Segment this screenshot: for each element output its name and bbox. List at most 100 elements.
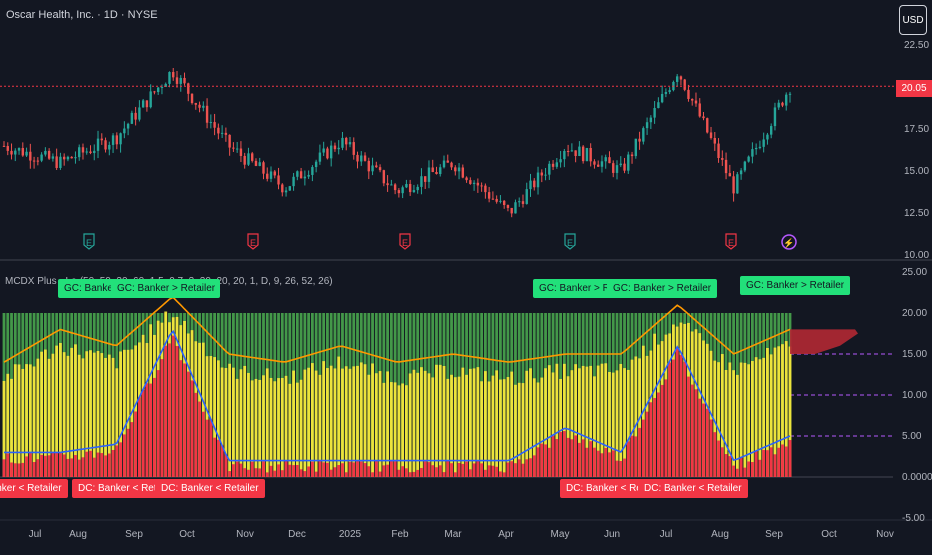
banker-bar (461, 463, 465, 477)
candle-body (130, 112, 134, 124)
candle-body (119, 133, 122, 145)
candle-body (698, 103, 701, 117)
candle-body (224, 132, 228, 135)
candle-body (85, 151, 88, 153)
candle-body (604, 157, 607, 162)
banker-bar (77, 459, 81, 477)
banker-bar (615, 460, 619, 477)
banker-bar (265, 472, 269, 477)
banker-bar (337, 465, 341, 477)
banker-bar (254, 468, 258, 477)
price-axis-tick: 15.00 (904, 166, 929, 177)
retailer-bar (295, 382, 299, 477)
retailer-bar (280, 377, 284, 477)
time-axis-label: Nov (876, 529, 894, 540)
candle-body (788, 93, 792, 95)
candle-body (51, 156, 55, 159)
candle-body (292, 176, 295, 187)
banker-bar (604, 447, 608, 477)
banker-bar (559, 431, 562, 477)
chart-root[interactable]: 22.50 20.00 17.50 15.00 12.50 10.00 E E E E E ⚡ 25.0… (0, 0, 932, 550)
event-marker-label: E (567, 238, 573, 248)
candle-body (322, 148, 325, 153)
candle-body (104, 140, 107, 150)
banker-bar (359, 461, 363, 477)
banker-bar (164, 345, 168, 477)
banker-bar (273, 470, 277, 477)
banker-bar (649, 402, 653, 477)
candle-body (487, 192, 491, 199)
retailer-bar (491, 375, 495, 477)
candle-body (175, 77, 179, 84)
retailer-bar (77, 354, 81, 477)
candle-body (266, 173, 269, 179)
candle-body (29, 151, 32, 161)
candle-body (709, 132, 713, 139)
banker-bar (502, 472, 506, 477)
candle-body (288, 186, 292, 191)
candle-body (424, 176, 427, 182)
event-marker-label: E (250, 238, 256, 248)
banker-bar (186, 371, 190, 477)
time-axis-label: May (551, 529, 570, 540)
retailer-bar (254, 378, 258, 477)
candle-body (138, 107, 141, 120)
banker-bar (495, 466, 499, 477)
banker-bar (36, 459, 40, 477)
banker-bar (374, 461, 378, 477)
candle-body (405, 184, 408, 188)
banker-bar (694, 389, 698, 477)
symbol-title[interactable]: Oscar Health, Inc. · 1D · NYSE (6, 9, 158, 21)
banker-bar (292, 465, 295, 477)
candle-body (713, 138, 716, 144)
candle-body (228, 134, 231, 148)
candle-body (205, 105, 209, 123)
banker-bar (754, 451, 758, 477)
candle-body (386, 183, 389, 186)
candle-body (506, 205, 510, 208)
indicator-axis-tick: 25.00 (902, 267, 927, 278)
candle-body (585, 147, 589, 162)
candle-body (529, 180, 532, 190)
candle-body (187, 83, 190, 94)
banker-bar (784, 446, 788, 477)
candle-body (548, 163, 551, 175)
currency-button[interactable]: USD (899, 5, 927, 35)
candle-body (597, 164, 600, 167)
price-axis-tick: 12.50 (904, 208, 929, 219)
chart-canvas[interactable]: 22.50 20.00 17.50 15.00 12.50 10.00 E E E E E ⚡ 25.0… (0, 0, 932, 550)
dc-signal-label: DC: Banker < Retailer (0, 479, 68, 498)
candle-body (461, 167, 465, 178)
banker-bar (100, 453, 104, 477)
banker-bar (690, 384, 694, 477)
candle-body (724, 159, 728, 174)
candle-body (378, 167, 382, 171)
banker-bar (773, 454, 777, 477)
banker-bar (393, 461, 397, 477)
candle-body (74, 157, 77, 159)
candle-body (55, 156, 58, 168)
candle-body (14, 150, 17, 155)
banker-bar (401, 466, 405, 477)
banker-bar (149, 383, 153, 477)
candle-body (371, 165, 374, 172)
banker-bar (28, 452, 32, 477)
candle-body (202, 105, 205, 108)
banker-bar (766, 450, 769, 477)
banker-bar (468, 469, 472, 477)
candle-body (521, 201, 525, 204)
banker-bar (122, 434, 126, 477)
candle-body (619, 163, 622, 166)
banker-bar (423, 461, 427, 477)
banker-bar (322, 462, 326, 477)
banker-bar (209, 419, 213, 477)
earnings-event-icon: E (564, 233, 576, 250)
candle-body (747, 156, 750, 162)
candle-body (739, 170, 743, 175)
retailer-bar (506, 377, 510, 477)
banker-bar (25, 456, 28, 477)
banker-bar (386, 464, 389, 477)
retailer-bar (735, 374, 739, 477)
indicator-axis-tick: 0.0000 (902, 472, 932, 483)
banker-bar (59, 452, 62, 477)
